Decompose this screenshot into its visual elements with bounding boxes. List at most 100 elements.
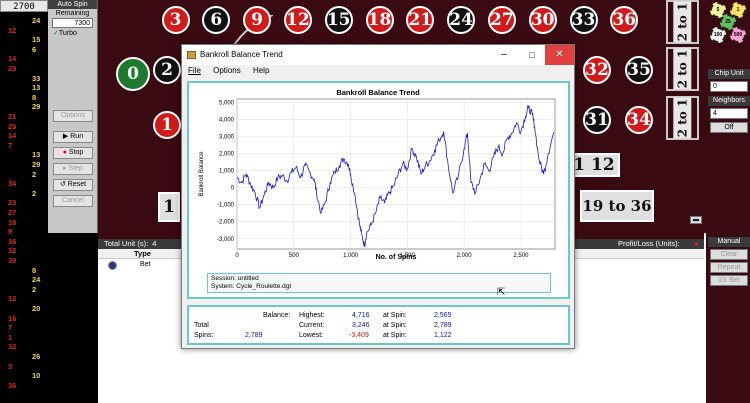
history-number: 6: [32, 44, 37, 54]
number-cell-27[interactable]: 27: [481, 0, 522, 40]
cancel-button[interactable]: Cancel: [53, 195, 93, 207]
neighbors-label: Neighbors: [708, 96, 750, 106]
number-2-chip: 2: [153, 56, 181, 84]
history-number: 32: [8, 246, 17, 256]
y-tick-label: 1,000: [219, 169, 235, 175]
history-number: 7: [8, 140, 13, 150]
lowest-value: -3,409: [349, 332, 369, 339]
run-button[interactable]: ▶ Run: [53, 131, 93, 143]
number-cell-36[interactable]: 36: [604, 0, 645, 40]
turbo-checkbox[interactable]: ✓Turbo: [53, 29, 97, 37]
number-cell-32[interactable]: 32: [579, 50, 615, 90]
current-label: Current:: [299, 322, 325, 329]
two-to-one-label: 2 to 1: [673, 97, 692, 139]
off-button[interactable]: Off: [710, 122, 748, 133]
lowest-spin-value: 1,122: [434, 332, 452, 339]
low-bet-box[interactable]: 1: [158, 192, 180, 222]
double-bet-button[interactable]: 2X Bet: [710, 275, 748, 286]
number-12-chip: 12: [283, 6, 312, 34]
clear-button[interactable]: Clear: [710, 249, 748, 260]
dozen-bet[interactable]: 1 12: [568, 153, 620, 177]
run-label: Run: [70, 133, 84, 140]
app-icon: [187, 51, 196, 59]
x-tick-label: 2,500: [513, 253, 529, 259]
at-spin-label: at Spin:: [383, 332, 407, 339]
profit-loss-label: Profit/Loss (Units):: [618, 239, 680, 248]
y-tick-label: -3,000: [217, 237, 235, 243]
current-value: 3,246: [352, 322, 370, 329]
zero-cell[interactable]: 0: [116, 57, 150, 91]
repeat-button[interactable]: Repeat: [710, 262, 748, 273]
chart-title: Bankroll Balance Trend: [336, 88, 420, 97]
number-9-chip: 9: [243, 6, 272, 34]
number-cell-9[interactable]: 9: [237, 0, 278, 40]
x-tick-label: 1,000: [343, 253, 359, 259]
current-spin-value: 2,789: [434, 322, 452, 329]
history-number: 14: [8, 131, 17, 141]
highest-spin-value: 2,565: [434, 312, 452, 319]
number-cell-31[interactable]: 31: [579, 100, 615, 140]
y-tick-label: -2,000: [217, 220, 235, 226]
number-cell-33[interactable]: 33: [563, 0, 604, 40]
number-cell-12[interactable]: 12: [277, 0, 318, 40]
history-number: 26: [32, 352, 41, 361]
menu-file[interactable]: File: [188, 66, 201, 75]
options-button[interactable]: Options: [53, 110, 93, 122]
right-control-panel: 5 1 25 100 500 Chip Unit 0 Neighbors 4 O…: [704, 0, 750, 233]
chip-100[interactable]: 100: [710, 27, 726, 43]
reset-icon: ↺: [59, 181, 66, 188]
number-cell-21[interactable]: 21: [400, 0, 441, 40]
spins-label: Spins:: [194, 332, 214, 339]
number-cell-3[interactable]: 3: [155, 0, 196, 40]
close-button[interactable]: ✕: [545, 45, 574, 65]
number-cell-35[interactable]: 35: [621, 50, 657, 90]
number-cell-15[interactable]: 15: [318, 0, 359, 40]
chip-unit-input[interactable]: 0: [710, 81, 748, 92]
number-cell-34[interactable]: 34: [621, 100, 657, 140]
history-number: 12: [8, 294, 17, 304]
window-title-bar[interactable]: Bankroll Balance Trend – □ ✕: [182, 45, 574, 65]
minimize-button[interactable]: –: [490, 45, 518, 65]
dot-icon: ●: [694, 239, 699, 248]
number-cell-6[interactable]: 6: [196, 0, 237, 40]
mouse-cursor-icon: ⇱: [497, 287, 506, 298]
menu-options[interactable]: Options: [213, 66, 241, 75]
type-column-header[interactable]: Type: [134, 249, 151, 258]
menu-help[interactable]: Help: [253, 66, 269, 75]
step-button[interactable]: ▸ Step: [53, 163, 93, 175]
column-bet-bottom[interactable]: 2 to 1: [666, 96, 699, 140]
turbo-label: Turbo: [58, 30, 77, 37]
history-number: 33: [32, 73, 41, 83]
history-number: 29: [32, 160, 41, 169]
maximize-button[interactable]: □: [518, 45, 546, 65]
number-cell-30[interactable]: 30: [522, 0, 563, 40]
reset-label: Reset: [67, 181, 87, 188]
remaining-input[interactable]: 7300: [52, 18, 93, 28]
number-cell-18[interactable]: 18: [359, 0, 400, 40]
stop-button[interactable]: ● Stop: [53, 147, 93, 159]
number-35-chip: 35: [625, 56, 653, 84]
x-tick-label: 2,000: [457, 253, 473, 259]
history-number: 21: [8, 112, 17, 121]
history-number: 9: [8, 227, 13, 237]
remaining-label: Remaining: [55, 10, 90, 17]
highest-value: 4,716: [352, 312, 370, 319]
close-icon: ✕: [555, 49, 564, 60]
history-number: 2: [32, 284, 37, 294]
history-number: 34: [8, 179, 17, 189]
history-column: 2700 24 12 15 6 14 25 33 13 8 29 21 25 14 7 13 29 2 34 2 23…: [0, 0, 48, 403]
chip-500[interactable]: 500: [730, 27, 746, 43]
history-number: 18: [8, 217, 17, 227]
y-tick-label: -1,000: [217, 203, 235, 209]
column-bet-top[interactable]: 2 to 1: [666, 0, 699, 44]
number-cell-24[interactable]: 24: [441, 0, 482, 40]
reset-button[interactable]: ↺ Reset: [53, 179, 93, 191]
column-bet-middle[interactable]: 2 to 1: [666, 47, 699, 91]
history-number: 1: [8, 332, 13, 342]
high-bet-19-36[interactable]: 19 to 36: [580, 190, 654, 222]
y-tick-label: 2,000: [219, 152, 235, 158]
history-number: 30: [8, 256, 17, 265]
history-number: 27: [8, 208, 17, 217]
neighbors-input[interactable]: 4: [710, 108, 748, 119]
collapse-icon[interactable]: ▬: [690, 216, 702, 224]
